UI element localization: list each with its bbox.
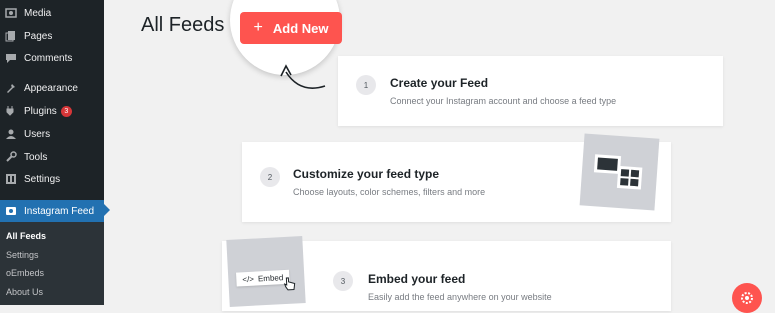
curved-arrow-icon — [280, 64, 326, 89]
active-indicator — [104, 204, 110, 216]
sidebar-item-appearance[interactable]: Appearance — [0, 78, 104, 98]
submenu-settings[interactable]: Settings — [6, 250, 39, 260]
sidebar-item-users[interactable]: Users — [0, 124, 104, 144]
users-icon — [4, 127, 18, 141]
sidebar-item-pages[interactable]: Pages — [0, 26, 104, 46]
customize-illustration — [579, 133, 660, 211]
submenu-all-feeds[interactable]: All Feeds — [6, 231, 46, 241]
step-description: Easily add the feed anywhere on your web… — [368, 292, 552, 302]
instagram-feed-submenu: All Feeds Settings oEmbeds About Us — [0, 222, 104, 305]
sidebar-item-label: Users — [24, 128, 51, 140]
plus-icon: + — [253, 19, 263, 36]
submenu-about-us[interactable]: About Us — [6, 287, 43, 297]
sidebar-item-label: Instagram Feed — [24, 205, 95, 217]
sidebar-item-media[interactable]: Media — [0, 3, 104, 23]
sidebar-item-comments[interactable]: Comments — [0, 48, 104, 68]
instagram-icon — [4, 204, 18, 218]
sidebar-item-label: Tools — [24, 151, 48, 163]
pages-icon — [4, 29, 18, 43]
sidebar-item-label: Comments — [24, 52, 73, 64]
sidebar-item-settings[interactable]: Settings — [0, 169, 104, 189]
step-number: 3 — [333, 271, 353, 291]
submenu-oembeds[interactable]: oEmbeds — [6, 268, 44, 278]
step-number: 2 — [260, 167, 280, 187]
step-number: 1 — [356, 75, 376, 95]
tools-icon — [4, 150, 18, 164]
step-card-create-feed: 1 Create your Feed Connect your Instagra… — [338, 56, 723, 126]
add-new-button[interactable]: + Add New — [240, 12, 342, 44]
embed-chip: </> Embed — [236, 269, 290, 287]
sidebar-item-plugins[interactable]: Plugins 3 — [0, 101, 104, 121]
step-title: Customize your feed type — [293, 167, 440, 181]
sidebar-item-label: Settings — [24, 173, 61, 185]
media-icon — [4, 6, 18, 20]
sidebar-item-label: Plugins — [24, 105, 57, 117]
embed-chip-label: Embed — [257, 272, 284, 283]
sidebar-item-instagram-feed[interactable]: Instagram Feed — [0, 200, 110, 222]
comments-icon — [4, 51, 18, 65]
sidebar-item-label: Appearance — [24, 82, 78, 94]
embed-illustration: </> Embed — [226, 236, 306, 307]
step-description: Connect your Instagram account and choos… — [390, 96, 617, 106]
settings-icon — [4, 172, 18, 186]
gear-icon — [741, 292, 753, 304]
step-title: Embed your feed — [368, 272, 466, 286]
code-icon: </> — [242, 274, 255, 284]
appearance-icon — [4, 81, 18, 95]
layout-icon — [593, 154, 643, 190]
step-description: Choose layouts, color schemes, filters a… — [293, 187, 486, 197]
hand-cursor-icon — [283, 277, 296, 291]
add-new-label: Add New — [272, 20, 329, 36]
plugins-update-badge: 3 — [60, 105, 72, 117]
admin-sidebar: Media Pages Comments Appearance Plugins … — [0, 0, 110, 305]
page-title: All Feeds — [141, 14, 225, 36]
sidebar-item-tools[interactable]: Tools — [0, 147, 104, 167]
sidebar-item-label: Media — [24, 7, 52, 19]
step-title: Create your Feed — [390, 76, 489, 90]
plugins-icon — [4, 104, 18, 118]
help-button[interactable] — [732, 283, 762, 313]
sidebar-item-label: Pages — [24, 30, 53, 42]
